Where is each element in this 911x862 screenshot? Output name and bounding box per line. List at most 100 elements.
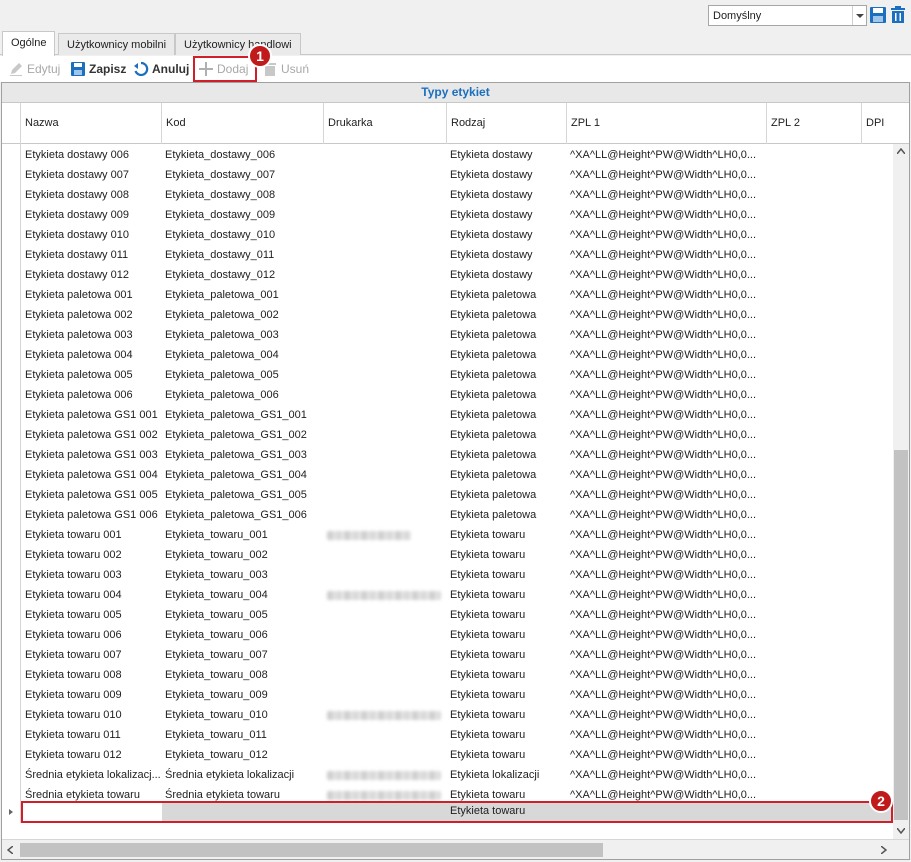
kind-cell[interactable]: Etykieta paletowa — [447, 305, 567, 325]
printer-cell[interactable] — [324, 265, 447, 285]
table-row[interactable]: Etykieta towaru 007 Etykieta_towaru_007 Et… — [2, 645, 893, 665]
printer-cell[interactable] — [324, 645, 447, 665]
zpl1-cell[interactable]: ^XA^LL@Height^PW@Width^LH0,0... — [567, 665, 765, 685]
kind-cell[interactable]: Etykieta towaru — [447, 725, 567, 745]
kind-cell[interactable]: Etykieta towaru — [447, 545, 567, 565]
zpl1-cell[interactable]: ^XA^LL@Height^PW@Width^LH0,0... — [567, 505, 765, 525]
name-cell[interactable]: Etykieta towaru 011 — [22, 725, 162, 745]
printer-cell[interactable] — [324, 545, 447, 565]
printer-cell[interactable] — [324, 625, 447, 645]
table-row[interactable]: Etykieta dostawy 012 Etykieta_dostawy_012… — [2, 265, 893, 285]
table-row[interactable]: Etykieta dostawy 010 Etykieta_dostawy_010… — [2, 225, 893, 245]
name-cell[interactable]: Etykieta paletowa 004 — [22, 345, 162, 365]
code-cell[interactable]: Etykieta_paletowa_004 — [162, 345, 324, 365]
kind-cell[interactable]: Etykieta towaru — [447, 645, 567, 665]
kind-cell[interactable]: Etykieta dostawy — [447, 265, 567, 285]
horizontal-scroll-thumb[interactable] — [20, 843, 603, 857]
code-cell[interactable]: Etykieta_towaru_001 — [162, 525, 324, 545]
name-cell[interactable]: Etykieta dostawy 011 — [22, 245, 162, 265]
table-row[interactable]: Etykieta dostawy 011 Etykieta_dostawy_011… — [2, 245, 893, 265]
zpl1-cell[interactable]: ^XA^LL@Height^PW@Width^LH0,0... — [567, 585, 765, 605]
column-header-code[interactable]: Kod — [162, 103, 324, 144]
kind-cell[interactable]: Etykieta paletowa — [447, 385, 567, 405]
printer-cell[interactable] — [324, 285, 447, 305]
table-row[interactable]: Etykieta paletowa 005 Etykieta_paletowa_0… — [2, 365, 893, 385]
table-row[interactable]: Etykieta paletowa GS1 005 Etykieta_paleto… — [2, 485, 893, 505]
printer-cell[interactable] — [324, 205, 447, 225]
kind-cell[interactable]: Etykieta towaru — [447, 625, 567, 645]
column-header-printer[interactable]: Drukarka — [324, 103, 447, 144]
code-cell[interactable]: Etykieta_towaru_007 — [162, 645, 324, 665]
zpl1-cell[interactable]: ^XA^LL@Height^PW@Width^LH0,0... — [567, 605, 765, 625]
table-row[interactable]: Etykieta dostawy 008 Etykieta_dostawy_008… — [2, 185, 893, 205]
zpl1-cell[interactable]: ^XA^LL@Height^PW@Width^LH0,0... — [567, 565, 765, 585]
code-cell[interactable]: Etykieta_towaru_008 — [162, 665, 324, 685]
horizontal-scrollbar[interactable] — [2, 839, 909, 859]
code-cell[interactable]: Etykieta_towaru_002 — [162, 545, 324, 565]
column-header-dpi[interactable]: DPI — [862, 103, 909, 144]
table-row[interactable]: Etykieta paletowa GS1 006 Etykieta_paleto… — [2, 505, 893, 525]
table-row[interactable]: Etykieta paletowa GS1 004 Etykieta_paleto… — [2, 465, 893, 485]
zpl1-cell[interactable]: ^XA^LL@Height^PW@Width^LH0,0... — [567, 345, 765, 365]
printer-cell[interactable] — [324, 685, 447, 705]
scroll-down-icon[interactable] — [897, 828, 905, 834]
printer-cell[interactable] — [324, 385, 447, 405]
layout-select[interactable]: Domyślny — [708, 5, 867, 26]
column-header-kind[interactable]: Rodzaj — [447, 103, 567, 144]
code-cell[interactable]: Etykieta_dostawy_007 — [162, 165, 324, 185]
kind-cell[interactable]: Etykieta paletowa — [447, 485, 567, 505]
name-cell[interactable]: Etykieta towaru 009 — [22, 685, 162, 705]
kind-cell[interactable]: Etykieta paletowa — [447, 325, 567, 345]
chevron-down-icon[interactable] — [852, 6, 866, 25]
printer-cell[interactable] — [324, 345, 447, 365]
code-cell[interactable]: Etykieta_towaru_005 — [162, 605, 324, 625]
printer-cell[interactable] — [324, 465, 447, 485]
code-cell[interactable]: Etykieta_towaru_010 — [162, 705, 324, 725]
zpl1-cell[interactable]: ^XA^LL@Height^PW@Width^LH0,0... — [567, 705, 765, 725]
zpl1-cell[interactable]: ^XA^LL@Height^PW@Width^LH0,0... — [567, 285, 765, 305]
name-cell[interactable]: Etykieta dostawy 008 — [22, 185, 162, 205]
name-cell[interactable]: Etykieta paletowa GS1 004 — [22, 465, 162, 485]
code-cell[interactable]: Etykieta_paletowa_GS1_001 — [162, 405, 324, 425]
kind-cell[interactable]: Etykieta towaru — [447, 585, 567, 605]
kind-cell[interactable]: Etykieta towaru — [447, 705, 567, 725]
kind-cell[interactable]: Etykieta towaru — [447, 665, 567, 685]
kind-cell[interactable]: Etykieta towaru — [447, 605, 567, 625]
table-row[interactable]: Etykieta towaru 010 Etykieta_towaru_010 Et… — [2, 705, 893, 725]
name-cell[interactable]: Etykieta towaru 012 — [22, 745, 162, 765]
cancel-button[interactable]: Anuluj — [133, 60, 189, 78]
column-header-zpl2[interactable]: ZPL 2 — [767, 103, 862, 144]
name-cell[interactable]: Etykieta paletowa GS1 006 — [22, 505, 162, 525]
printer-cell[interactable] — [324, 185, 447, 205]
table-row[interactable]: Etykieta towaru 006 Etykieta_towaru_006 Et… — [2, 625, 893, 645]
printer-cell[interactable] — [324, 665, 447, 685]
code-cell[interactable]: Etykieta_paletowa_005 — [162, 365, 324, 385]
vertical-scrollbar[interactable] — [893, 144, 909, 839]
code-cell[interactable]: Etykieta_paletowa_GS1_003 — [162, 445, 324, 465]
code-cell[interactable]: Etykieta_towaru_003 — [162, 565, 324, 585]
table-row[interactable]: Etykieta paletowa GS1 003 Etykieta_paleto… — [2, 445, 893, 465]
printer-cell[interactable] — [324, 725, 447, 745]
code-cell[interactable]: Etykieta_dostawy_009 — [162, 205, 324, 225]
name-cell[interactable]: Etykieta paletowa 005 — [22, 365, 162, 385]
code-cell[interactable]: Etykieta_dostawy_008 — [162, 185, 324, 205]
zpl1-cell[interactable]: ^XA^LL@Height^PW@Width^LH0,0... — [567, 745, 765, 765]
name-cell[interactable]: Średnia etykieta lokalizacj... — [22, 765, 162, 785]
kind-cell[interactable]: Etykieta dostawy — [447, 205, 567, 225]
printer-cell[interactable] — [324, 365, 447, 385]
code-cell[interactable]: Etykieta_towaru_011 — [162, 725, 324, 745]
code-cell[interactable]: Etykieta_paletowa_003 — [162, 325, 324, 345]
table-row[interactable]: Etykieta towaru 009 Etykieta_towaru_009 Et… — [2, 685, 893, 705]
zpl1-cell[interactable]: ^XA^LL@Height^PW@Width^LH0,0... — [567, 625, 765, 645]
table-row[interactable]: Etykieta paletowa 006 Etykieta_paletowa_0… — [2, 385, 893, 405]
kind-cell[interactable]: Etykieta dostawy — [447, 145, 567, 165]
printer-cell[interactable] — [324, 445, 447, 465]
save-button[interactable]: Zapisz — [70, 60, 126, 78]
kind-cell[interactable]: Etykieta towaru — [447, 685, 567, 705]
table-row[interactable]: Etykieta towaru 005 Etykieta_towaru_005 Et… — [2, 605, 893, 625]
zpl1-cell[interactable]: ^XA^LL@Height^PW@Width^LH0,0... — [567, 185, 765, 205]
printer-cell[interactable] — [324, 425, 447, 445]
zpl1-cell[interactable]: ^XA^LL@Height^PW@Width^LH0,0... — [567, 525, 765, 545]
code-cell[interactable]: Etykieta_paletowa_GS1_002 — [162, 425, 324, 445]
kind-cell[interactable]: Etykieta towaru — [447, 745, 567, 765]
